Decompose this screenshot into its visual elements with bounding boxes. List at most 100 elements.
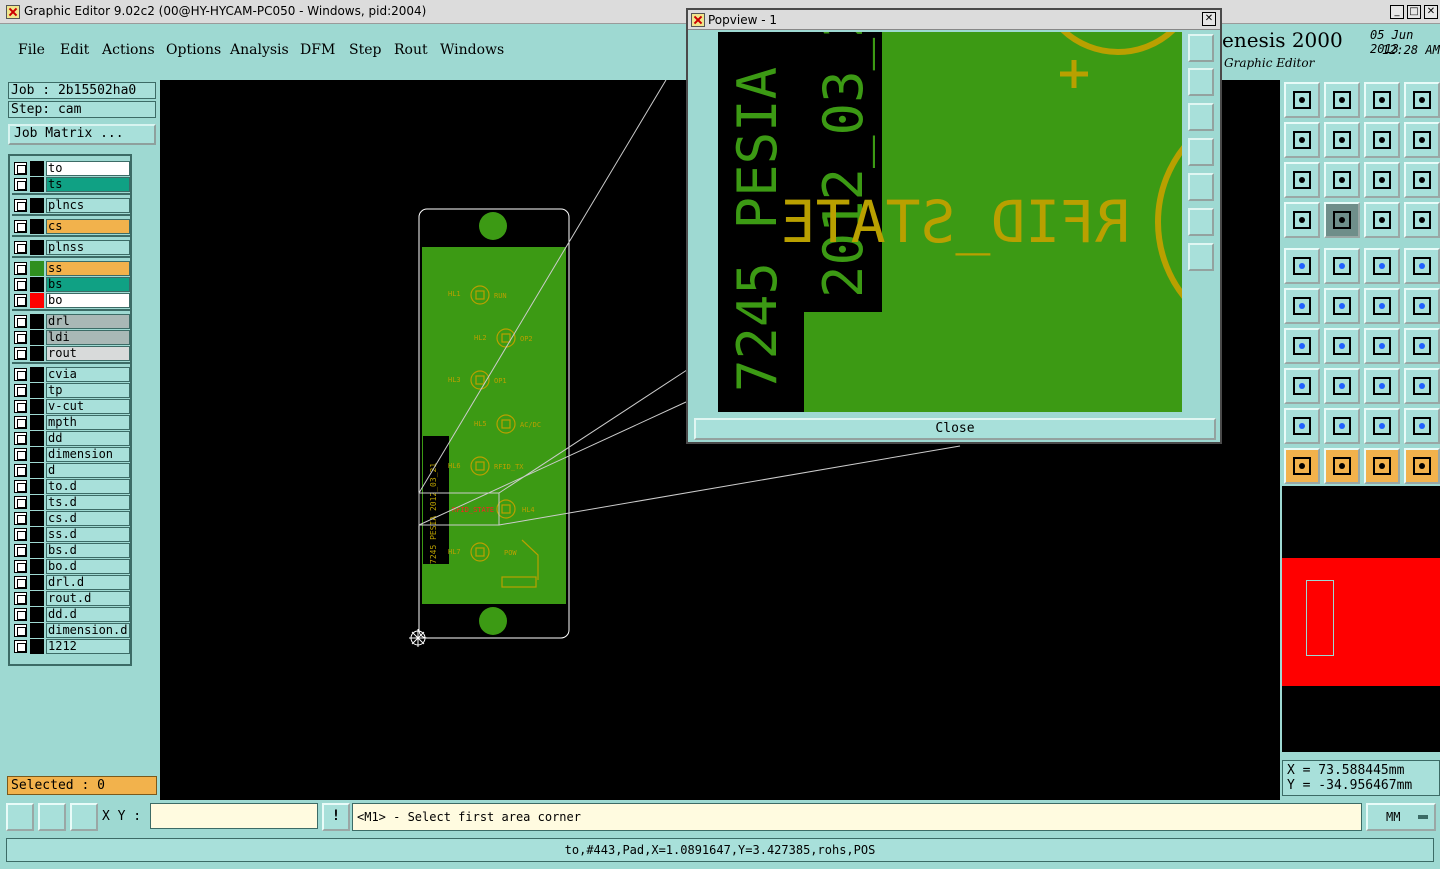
menu-edit[interactable]: Edit bbox=[60, 42, 89, 58]
layer-checkbox[interactable] bbox=[14, 331, 27, 344]
layer-row[interactable]: bs bbox=[12, 277, 130, 292]
layer-name[interactable]: dd bbox=[46, 431, 130, 446]
job-matrix-button[interactable]: Job Matrix ... bbox=[8, 124, 156, 145]
help-icon[interactable] bbox=[1404, 162, 1440, 198]
layer-name[interactable]: dimension.d bbox=[46, 623, 130, 638]
layer-checkbox[interactable] bbox=[14, 262, 27, 275]
layer-name[interactable]: ss.d bbox=[46, 527, 130, 542]
fit-icon[interactable] bbox=[1284, 162, 1320, 198]
layer-name[interactable]: drl bbox=[46, 314, 130, 329]
link2-icon[interactable] bbox=[1404, 288, 1440, 324]
menu-actions[interactable]: Actions bbox=[102, 42, 155, 58]
line-icon[interactable] bbox=[1324, 328, 1360, 364]
layer-checkbox[interactable] bbox=[14, 294, 27, 307]
layer-row[interactable]: rout.d bbox=[12, 591, 130, 606]
pad-icon[interactable] bbox=[1284, 368, 1320, 404]
arc2-icon[interactable] bbox=[1404, 408, 1440, 444]
layer-checkbox[interactable] bbox=[14, 432, 27, 445]
popview-close-icon[interactable]: ✕ bbox=[1202, 12, 1216, 26]
circle-icon[interactable] bbox=[1404, 248, 1440, 284]
layer-checkbox[interactable] bbox=[14, 315, 27, 328]
layer-row[interactable]: d bbox=[12, 463, 130, 478]
layer-name[interactable]: bs bbox=[46, 277, 130, 292]
layer-row[interactable]: ss bbox=[12, 261, 130, 276]
grid-icon[interactable] bbox=[1324, 202, 1360, 238]
layer-row[interactable]: ts.d bbox=[12, 495, 130, 510]
measure-icon[interactable] bbox=[1364, 368, 1400, 404]
layer-row[interactable]: plncs bbox=[12, 198, 130, 213]
layer-row[interactable]: ldi bbox=[12, 330, 130, 345]
layer-name[interactable]: to.d bbox=[46, 479, 130, 494]
layer-row[interactable]: bs.d bbox=[12, 543, 130, 558]
layer-row[interactable]: plnss bbox=[12, 240, 130, 255]
layer-checkbox[interactable] bbox=[14, 528, 27, 541]
layer-row[interactable]: dimension.d bbox=[12, 623, 130, 638]
menu-analysis[interactable]: Analysis bbox=[230, 42, 289, 58]
layer-name[interactable]: ts.d bbox=[46, 495, 130, 510]
layer-row[interactable]: ss.d bbox=[12, 527, 130, 542]
layer-checkbox[interactable] bbox=[14, 592, 27, 605]
center-icon[interactable] bbox=[1324, 162, 1360, 198]
layer-name[interactable]: 1212 bbox=[46, 639, 130, 654]
rotate-icon[interactable] bbox=[1364, 328, 1400, 364]
layer-name[interactable]: ts bbox=[46, 177, 130, 192]
zoom-down-icon[interactable] bbox=[1324, 82, 1360, 118]
layer-checkbox[interactable] bbox=[14, 199, 27, 212]
layer-checkbox[interactable] bbox=[14, 544, 27, 557]
menu-step[interactable]: Step bbox=[349, 42, 381, 58]
layer-checkbox[interactable] bbox=[14, 162, 27, 175]
layer-name[interactable]: rout bbox=[46, 346, 130, 361]
layer-checkbox[interactable] bbox=[14, 368, 27, 381]
layer-name[interactable]: cs.d bbox=[46, 511, 130, 526]
fill-icon[interactable] bbox=[1404, 368, 1440, 404]
layer-row[interactable]: tp bbox=[12, 383, 130, 398]
popview-zoom-fit-button[interactable] bbox=[1188, 34, 1214, 62]
zoom-up-icon[interactable] bbox=[1284, 82, 1320, 118]
snap-mode-button[interactable] bbox=[6, 803, 34, 831]
menu-file[interactable]: File bbox=[18, 42, 45, 58]
bang-button[interactable]: ! bbox=[322, 803, 350, 831]
xy-input[interactable] bbox=[150, 803, 318, 829]
maximize-button[interactable]: □ bbox=[1407, 5, 1421, 19]
layer-row[interactable]: dd.d bbox=[12, 607, 130, 622]
mirror-icon[interactable] bbox=[1404, 328, 1440, 364]
layer-checkbox[interactable] bbox=[14, 480, 27, 493]
pan-right-icon[interactable] bbox=[1324, 122, 1360, 158]
layer-checkbox[interactable] bbox=[14, 608, 27, 621]
close-window-button[interactable]: ✕ bbox=[1424, 5, 1438, 19]
layer-row[interactable]: 1212 bbox=[12, 639, 130, 654]
popview-zoom-in-button[interactable] bbox=[1188, 208, 1214, 236]
layer-row[interactable]: rout bbox=[12, 346, 130, 361]
window-icon[interactable] bbox=[1404, 82, 1440, 118]
minimize-button[interactable]: _ bbox=[1390, 5, 1404, 19]
overview-view-rect[interactable] bbox=[1306, 580, 1334, 656]
triangle2-icon[interactable] bbox=[1324, 408, 1360, 444]
layer-row[interactable]: v-cut bbox=[12, 399, 130, 414]
layer-row[interactable]: ts bbox=[12, 177, 130, 192]
menu-rout[interactable]: Rout bbox=[394, 42, 428, 58]
layer-checkbox[interactable] bbox=[14, 347, 27, 360]
layer-checkbox[interactable] bbox=[14, 496, 27, 509]
layer-name[interactable]: ldi bbox=[46, 330, 130, 345]
connect-icon[interactable] bbox=[1284, 288, 1320, 324]
netlist2-icon[interactable] bbox=[1404, 202, 1440, 238]
pointer2-icon[interactable] bbox=[1324, 448, 1360, 484]
units-select[interactable]: MM bbox=[1366, 803, 1436, 831]
layer-name[interactable]: v-cut bbox=[46, 399, 130, 414]
layer-row[interactable]: cs bbox=[12, 219, 130, 234]
layer-row[interactable]: cvia bbox=[12, 367, 130, 382]
undo-view-icon[interactable] bbox=[1364, 122, 1400, 158]
layer-name[interactable]: bo.d bbox=[46, 559, 130, 574]
layer-row[interactable]: bo.d bbox=[12, 559, 130, 574]
pan-left-icon[interactable] bbox=[1284, 122, 1320, 158]
layer-checkbox[interactable] bbox=[14, 384, 27, 397]
layer-row[interactable]: to bbox=[12, 161, 130, 176]
settings-icon[interactable] bbox=[1284, 202, 1320, 238]
layer-row[interactable]: to.d bbox=[12, 479, 130, 494]
layer-name[interactable]: to bbox=[46, 161, 130, 176]
color-icon[interactable] bbox=[1324, 248, 1360, 284]
layer-name[interactable]: cvia bbox=[46, 367, 130, 382]
menu-dfm[interactable]: DFM bbox=[300, 42, 335, 58]
popview-pan-down-button[interactable] bbox=[1188, 103, 1214, 131]
layer-row[interactable]: mpth bbox=[12, 415, 130, 430]
